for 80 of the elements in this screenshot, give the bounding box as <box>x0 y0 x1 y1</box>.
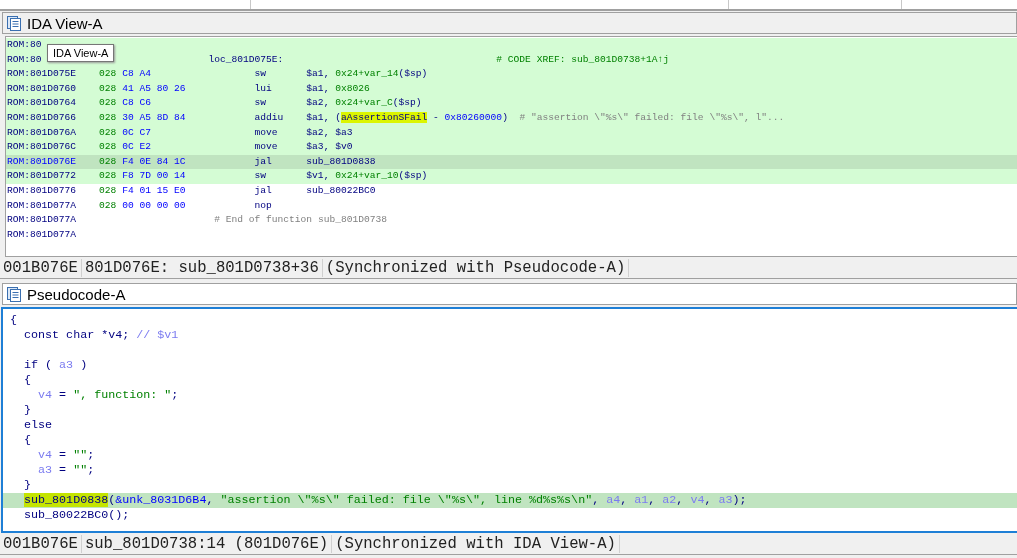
address-label: ROM:801D076C <box>7 141 77 153</box>
status-text: 001B076E <box>0 258 82 277</box>
address-label: ROM:80 <box>7 53 42 65</box>
code-line: { <box>9 313 18 328</box>
comment-text: # CODE XREF: sub_801D0738+1A↑j <box>496 52 670 67</box>
operand-text: $a2, 0x24+var_C($sp) <box>306 96 422 111</box>
mnemonic-text: move <box>254 140 279 155</box>
address-label: ROM:801D077A <box>7 228 77 240</box>
address-label: ROM:801D076A <box>7 126 77 138</box>
mnemonic-text: sw <box>254 169 268 184</box>
listing-row[interactable]: ROM:801D076C 028 0C E2 move $a3, $v0 <box>6 140 1017 155</box>
mnemonic-text: move <box>254 125 279 140</box>
byte-text: 028 F8 7D 00 14 <box>99 170 186 182</box>
address-label: ROM:801D0772 <box>7 170 77 182</box>
panel-title: IDA View-A <box>27 14 103 32</box>
operand-text: $a1, 0x8026 <box>306 81 370 96</box>
code-line: v4 = ", function: "; <box>37 388 180 403</box>
status-text: sub_801D0738:14 (801D076E) <box>81 534 333 553</box>
listing-row[interactable]: ROM:801D0776 028 F4 01 15 E0 jal sub_80022BC0 <box>6 183 1017 199</box>
tooltip: IDA View-A <box>47 44 115 62</box>
comment-text: # "assertion \"%s\" failed: file \"%s\", l"... <box>519 110 785 125</box>
byte-text: 028 00 00 00 00 <box>99 199 186 211</box>
listing-row[interactable]: ROM:801D077A # End of function sub_801D0738 <box>6 213 1017 228</box>
code-line: if ( a3 ) <box>23 358 89 373</box>
address-label: ROM:801D075E <box>7 68 77 80</box>
panel-title-bar[interactable]: Pseudocode-A <box>2 283 1017 305</box>
listing-row[interactable]: ROM:801D0764 028 C8 C6 sw $a2, 0x24+var_C($sp) <box>6 96 1017 111</box>
code-label[interactable]: loc_801D075E: <box>208 52 497 68</box>
mnemonic-text: jal <box>254 154 273 169</box>
code-line: } <box>23 478 33 493</box>
comment-text: # End of function sub_801D0738 <box>214 213 387 228</box>
operand-text: sub_80022BC0 <box>306 183 376 198</box>
address-label: ROM:801D0776 <box>7 184 77 196</box>
mnemonic-text: addiu <box>254 110 285 125</box>
address-label: ROM:801D0764 <box>7 97 77 109</box>
code-line: { <box>23 433 33 448</box>
status-text: 001B076E <box>0 534 82 553</box>
operand-text: $a2, $a3 <box>306 125 353 140</box>
code-line: } <box>23 403 33 418</box>
listing-row[interactable]: ROM:801D075E 028 C8 A4 sw $a1, 0x24+var_14($sp) <box>6 67 1017 82</box>
address-label: ROM:801D0760 <box>7 82 77 94</box>
mnemonic-text: nop <box>254 198 273 213</box>
byte-text: 028 0C C7 <box>99 126 151 138</box>
status-text: (Synchronized with Pseudocode-A) <box>322 258 630 277</box>
address-label: ROM:801D076E <box>7 155 77 167</box>
listing-row[interactable]: ROM:801D0772 028 F8 7D 00 14 sw $v1, 0x24+var_10($sp) <box>6 169 1017 184</box>
code-line: a3 = ""; <box>37 463 96 478</box>
code-line: const char *v4; // $v1 <box>23 328 180 343</box>
address-label: ROM:80 <box>7 39 42 50</box>
byte-text: 028 F4 0E 84 1C <box>99 155 186 167</box>
status-text: (Synchronized with IDA View-A) <box>332 534 620 553</box>
code-line: sub_80022BC0(); <box>23 508 131 523</box>
mnemonic-text: lui <box>254 81 273 96</box>
byte-text: 028 30 A5 8D 84 <box>99 111 186 123</box>
byte-text: 028 F4 01 15 E0 <box>99 184 186 196</box>
byte-text: 028 C8 A4 <box>99 68 151 80</box>
operand-text: $v1, 0x24+var_10($sp) <box>306 169 428 184</box>
code-line: { <box>23 373 33 388</box>
code-line: else <box>23 418 54 433</box>
address-label: ROM:801D077A <box>7 199 77 211</box>
operand-text: $a1, (aAssertionSFail - 0x80260000) <box>306 110 508 125</box>
panel-title: Pseudocode-A <box>27 285 126 303</box>
document-icon <box>7 286 22 302</box>
status-text: 801D076E: sub_801D0738+36 <box>81 258 323 277</box>
mnemonic-text: jal <box>254 183 273 198</box>
listing-row[interactable]: ROM:801D077A <box>6 227 1017 243</box>
byte-text: 028 0C E2 <box>99 141 151 153</box>
mnemonic-text: sw <box>254 67 268 82</box>
panel-title-bar[interactable]: IDA View-A <box>2 12 1017 34</box>
operand-text: $a3, $v0 <box>306 140 353 155</box>
address-label: ROM:801D077A <box>7 214 77 226</box>
code-line: v4 = ""; <box>37 448 96 463</box>
operand-text: $a1, 0x24+var_14($sp) <box>306 67 428 82</box>
operand-text: sub_801D0838 <box>306 154 376 169</box>
byte-text: 028 41 A5 80 26 <box>99 82 186 94</box>
listing-row[interactable]: ROM:801D077A 028 00 00 00 00 nop <box>6 198 1017 214</box>
document-icon <box>7 15 22 31</box>
mnemonic-text: sw <box>254 96 268 111</box>
address-label: ROM:801D0766 <box>7 111 77 123</box>
byte-text: 028 C8 C6 <box>99 97 151 109</box>
